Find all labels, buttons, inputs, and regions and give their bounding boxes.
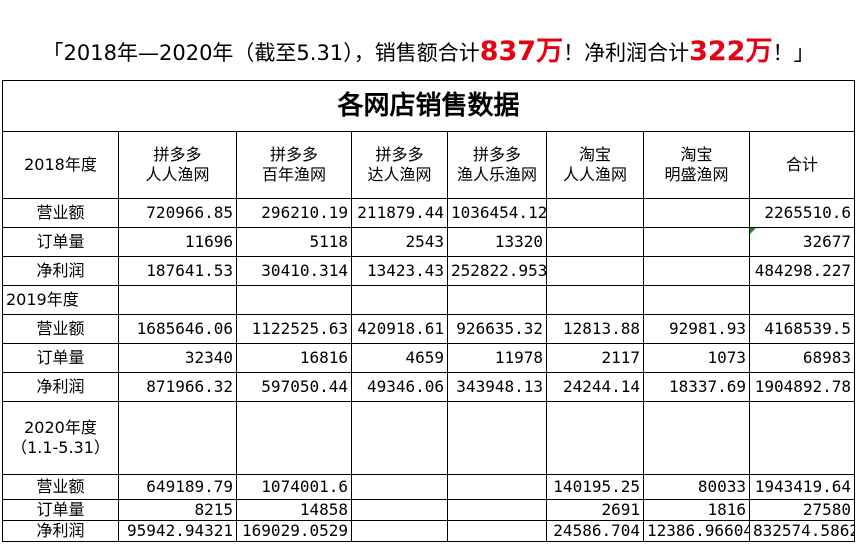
headline-middle: ！净利润合计 xyxy=(563,41,690,65)
year-2018-label: 2018年度 xyxy=(2,131,119,199)
profit-total-highlight: 322万 xyxy=(689,36,773,67)
col-header: 淘宝 人人渔网 xyxy=(546,131,644,199)
table-row: 净利润 95942.94321 169029.0529 24586.704 12… xyxy=(2,520,856,542)
year-2019-label: 2019年度 xyxy=(2,285,119,315)
headline-suffix: ！」 xyxy=(772,41,815,65)
table-row: 订单量 32340 16816 4659 11978 2117 1073 689… xyxy=(2,343,856,373)
table-row: 订单量 8215 14858 2691 1816 27580 xyxy=(2,499,856,521)
col-header: 拼多多 渔人乐渔网 xyxy=(447,131,547,199)
table-row: 营业额 649189.79 1074001.6 140195.25 80033 … xyxy=(2,474,856,500)
title-row: 各网店销售数据 xyxy=(1,80,856,132)
sales-total-highlight: 837万 xyxy=(479,36,564,67)
col-header: 拼多多 百年渔网 xyxy=(236,131,352,199)
table-row: 营业额 1685646.06 1122525.63 420918.61 9266… xyxy=(2,314,856,344)
col-header: 拼多多 人人渔网 xyxy=(118,131,237,199)
table-row: 营业额 720966.85 296210.19 211879.44 103645… xyxy=(2,198,856,228)
year-2020-label: 2020年度 （1.1-5.31） xyxy=(2,401,119,475)
col-header: 拼多多 达人渔网 xyxy=(351,131,448,199)
table-row: 2020年度 （1.1-5.31） xyxy=(2,401,856,475)
table-row: 净利润 187641.53 30410.314 13423.43 252822.… xyxy=(2,256,856,286)
headline-prefix: 「2018年—2020年（截至5.31），销售额合计 xyxy=(42,41,480,65)
table-row: 2019年度 xyxy=(2,285,856,315)
table-row: 净利润 871966.32 597050.44 49346.06 343948.… xyxy=(2,372,856,402)
table-row: 订单量 11696 5118 2543 13320 32677 xyxy=(2,227,856,257)
header-row: 2018年度 拼多多 人人渔网 拼多多 百年渔网 拼多多 达人渔网 拼多多 渔人乐渔网 … xyxy=(2,131,856,199)
sales-table: 各网店销售数据 2018年度 拼多多 人人渔网 拼多多 百年渔网 拼多多 达人渔网 拼… xyxy=(1,80,856,542)
table-title: 各网店销售数据 xyxy=(1,80,856,132)
headline: 「2018年—2020年（截至5.31），销售额合计837万！净利润合计322万… xyxy=(0,30,857,74)
col-header-total: 合计 xyxy=(748,131,856,199)
col-header: 淘宝 明盛渔网 xyxy=(643,131,750,199)
